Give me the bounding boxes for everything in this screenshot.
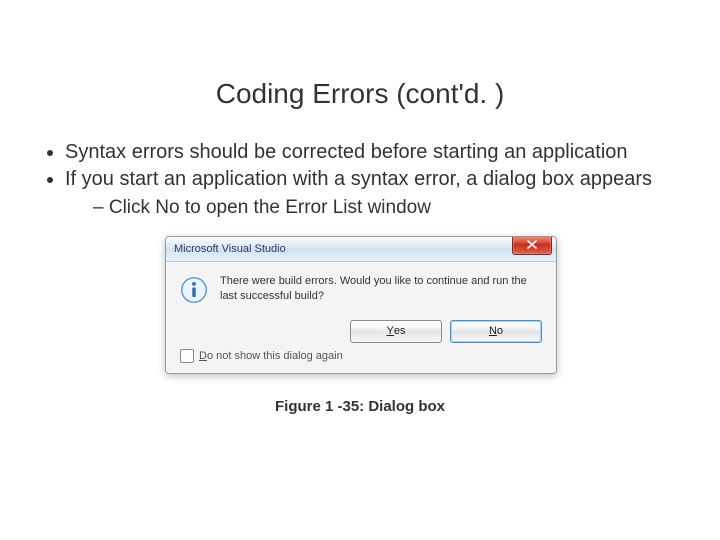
dialog-button-row: Yes No xyxy=(180,320,542,343)
yes-button[interactable]: Yes xyxy=(350,320,442,343)
dialog-message: There were build errors. Would you like … xyxy=(220,274,542,304)
yes-button-ul: Y xyxy=(387,325,394,337)
sub-bullet-list: Click No to open the Error List window xyxy=(65,196,670,220)
bullet-list: Syntax errors should be corrected before… xyxy=(0,140,720,220)
dialog-figure: Microsoft Visual Studio xyxy=(165,236,555,374)
dialog-message-row: There were build errors. Would you like … xyxy=(180,274,542,304)
figure-caption: Figure 1 -35: Dialog box xyxy=(0,398,720,415)
close-icon xyxy=(527,240,537,249)
dont-show-label: Do not show this dialog again xyxy=(199,350,343,362)
dialog-box: Microsoft Visual Studio xyxy=(165,236,557,374)
yes-button-post: es xyxy=(394,325,406,337)
no-button[interactable]: No xyxy=(450,320,542,343)
dont-show-checkbox[interactable] xyxy=(180,349,194,363)
bullet-item: Syntax errors should be corrected before… xyxy=(65,140,670,165)
dont-show-row: Do not show this dialog again xyxy=(180,349,542,363)
dialog-caption: Microsoft Visual Studio xyxy=(174,243,286,255)
sub-bullet-item: Click No to open the Error List window xyxy=(93,196,670,220)
no-button-ul: N xyxy=(489,325,497,337)
dialog-titlebar: Microsoft Visual Studio xyxy=(166,237,556,262)
dialog-body: There were build errors. Would you like … xyxy=(166,262,556,373)
no-button-post: o xyxy=(497,325,503,337)
bullet-item: If you start an application with a synta… xyxy=(65,167,670,192)
dont-show-ul: D xyxy=(199,350,207,362)
page-title: Coding Errors (cont'd. ) xyxy=(0,78,720,110)
slide: Coding Errors (cont'd. ) Syntax errors s… xyxy=(0,78,720,540)
close-button[interactable] xyxy=(512,236,552,255)
info-icon xyxy=(180,276,208,304)
dont-show-post: o not show this dialog again xyxy=(207,350,343,362)
